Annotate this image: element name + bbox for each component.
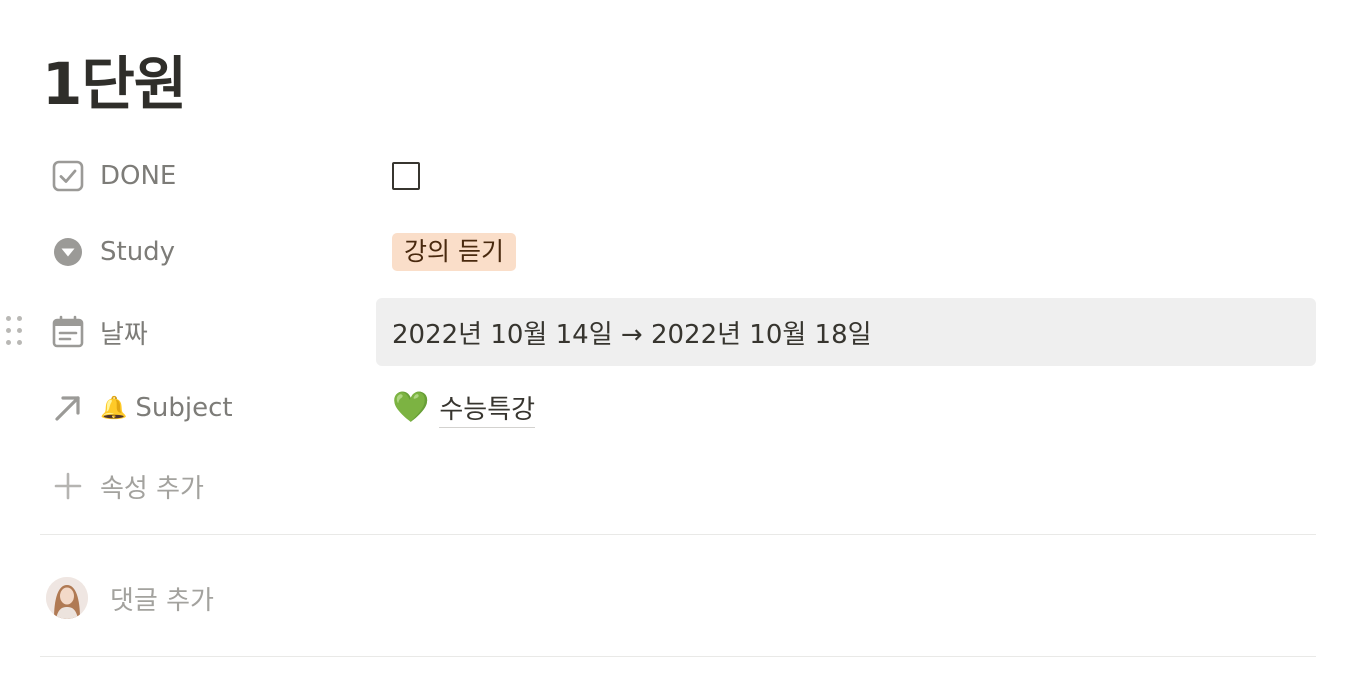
relation-link[interactable]: 수능특강: [439, 389, 536, 428]
page-title[interactable]: 1단원: [42, 44, 187, 124]
property-label-subject[interactable]: 🔔 Subject: [50, 374, 233, 442]
plus-icon: [50, 468, 86, 504]
done-checkbox[interactable]: [392, 162, 420, 190]
property-label-text: Study: [100, 237, 176, 267]
property-value-date[interactable]: 2022년 10월 14일 → 2022년 10월 18일: [376, 298, 1316, 366]
property-row-date: 날짜 2022년 10월 14일 → 2022년 10월 18일: [0, 298, 1348, 366]
drag-handle-icon[interactable]: [4, 316, 24, 348]
property-label-text: Subject: [135, 393, 233, 423]
property-value-subject[interactable]: 💚 수능특강: [376, 374, 1316, 442]
property-row-study: Study 강의 듣기: [0, 218, 1348, 286]
comment-input-row[interactable]: 댓글 추가: [46, 572, 214, 624]
date-range-text: 2022년 10월 14일 → 2022년 10월 18일: [392, 319, 872, 350]
notion-page: 1단원 DONE Study 강의 듣기 날짜 2022년 10월 14일 → …: [0, 0, 1348, 678]
calendar-icon: [50, 314, 86, 350]
property-label-study[interactable]: Study: [50, 218, 175, 286]
relation-item[interactable]: 💚 수능특강: [392, 389, 536, 428]
add-property-button[interactable]: 속성 추가: [50, 454, 204, 518]
add-property-label: 속성 추가: [100, 473, 204, 504]
property-label-date[interactable]: 날짜: [50, 298, 148, 366]
property-label-text: DONE: [100, 161, 177, 191]
property-value-done[interactable]: [376, 142, 1316, 210]
user-avatar: [46, 577, 88, 619]
select-property-icon: [50, 234, 86, 270]
select-tag[interactable]: 강의 듣기: [392, 233, 516, 271]
property-label-done[interactable]: DONE: [50, 142, 176, 210]
relation-arrow-icon: [50, 390, 86, 426]
property-label-text: 날짜: [100, 319, 148, 350]
property-row-done: DONE: [0, 142, 1348, 210]
bell-icon: 🔔: [100, 395, 128, 421]
green-heart-icon: 💚: [392, 390, 430, 425]
divider: [40, 534, 1316, 535]
comment-placeholder[interactable]: 댓글 추가: [110, 580, 214, 617]
property-value-study[interactable]: 강의 듣기: [376, 218, 1316, 286]
property-row-subject: 🔔 Subject 💚 수능특강: [0, 374, 1348, 442]
checkbox-property-icon: [50, 158, 86, 194]
divider: [40, 656, 1316, 657]
